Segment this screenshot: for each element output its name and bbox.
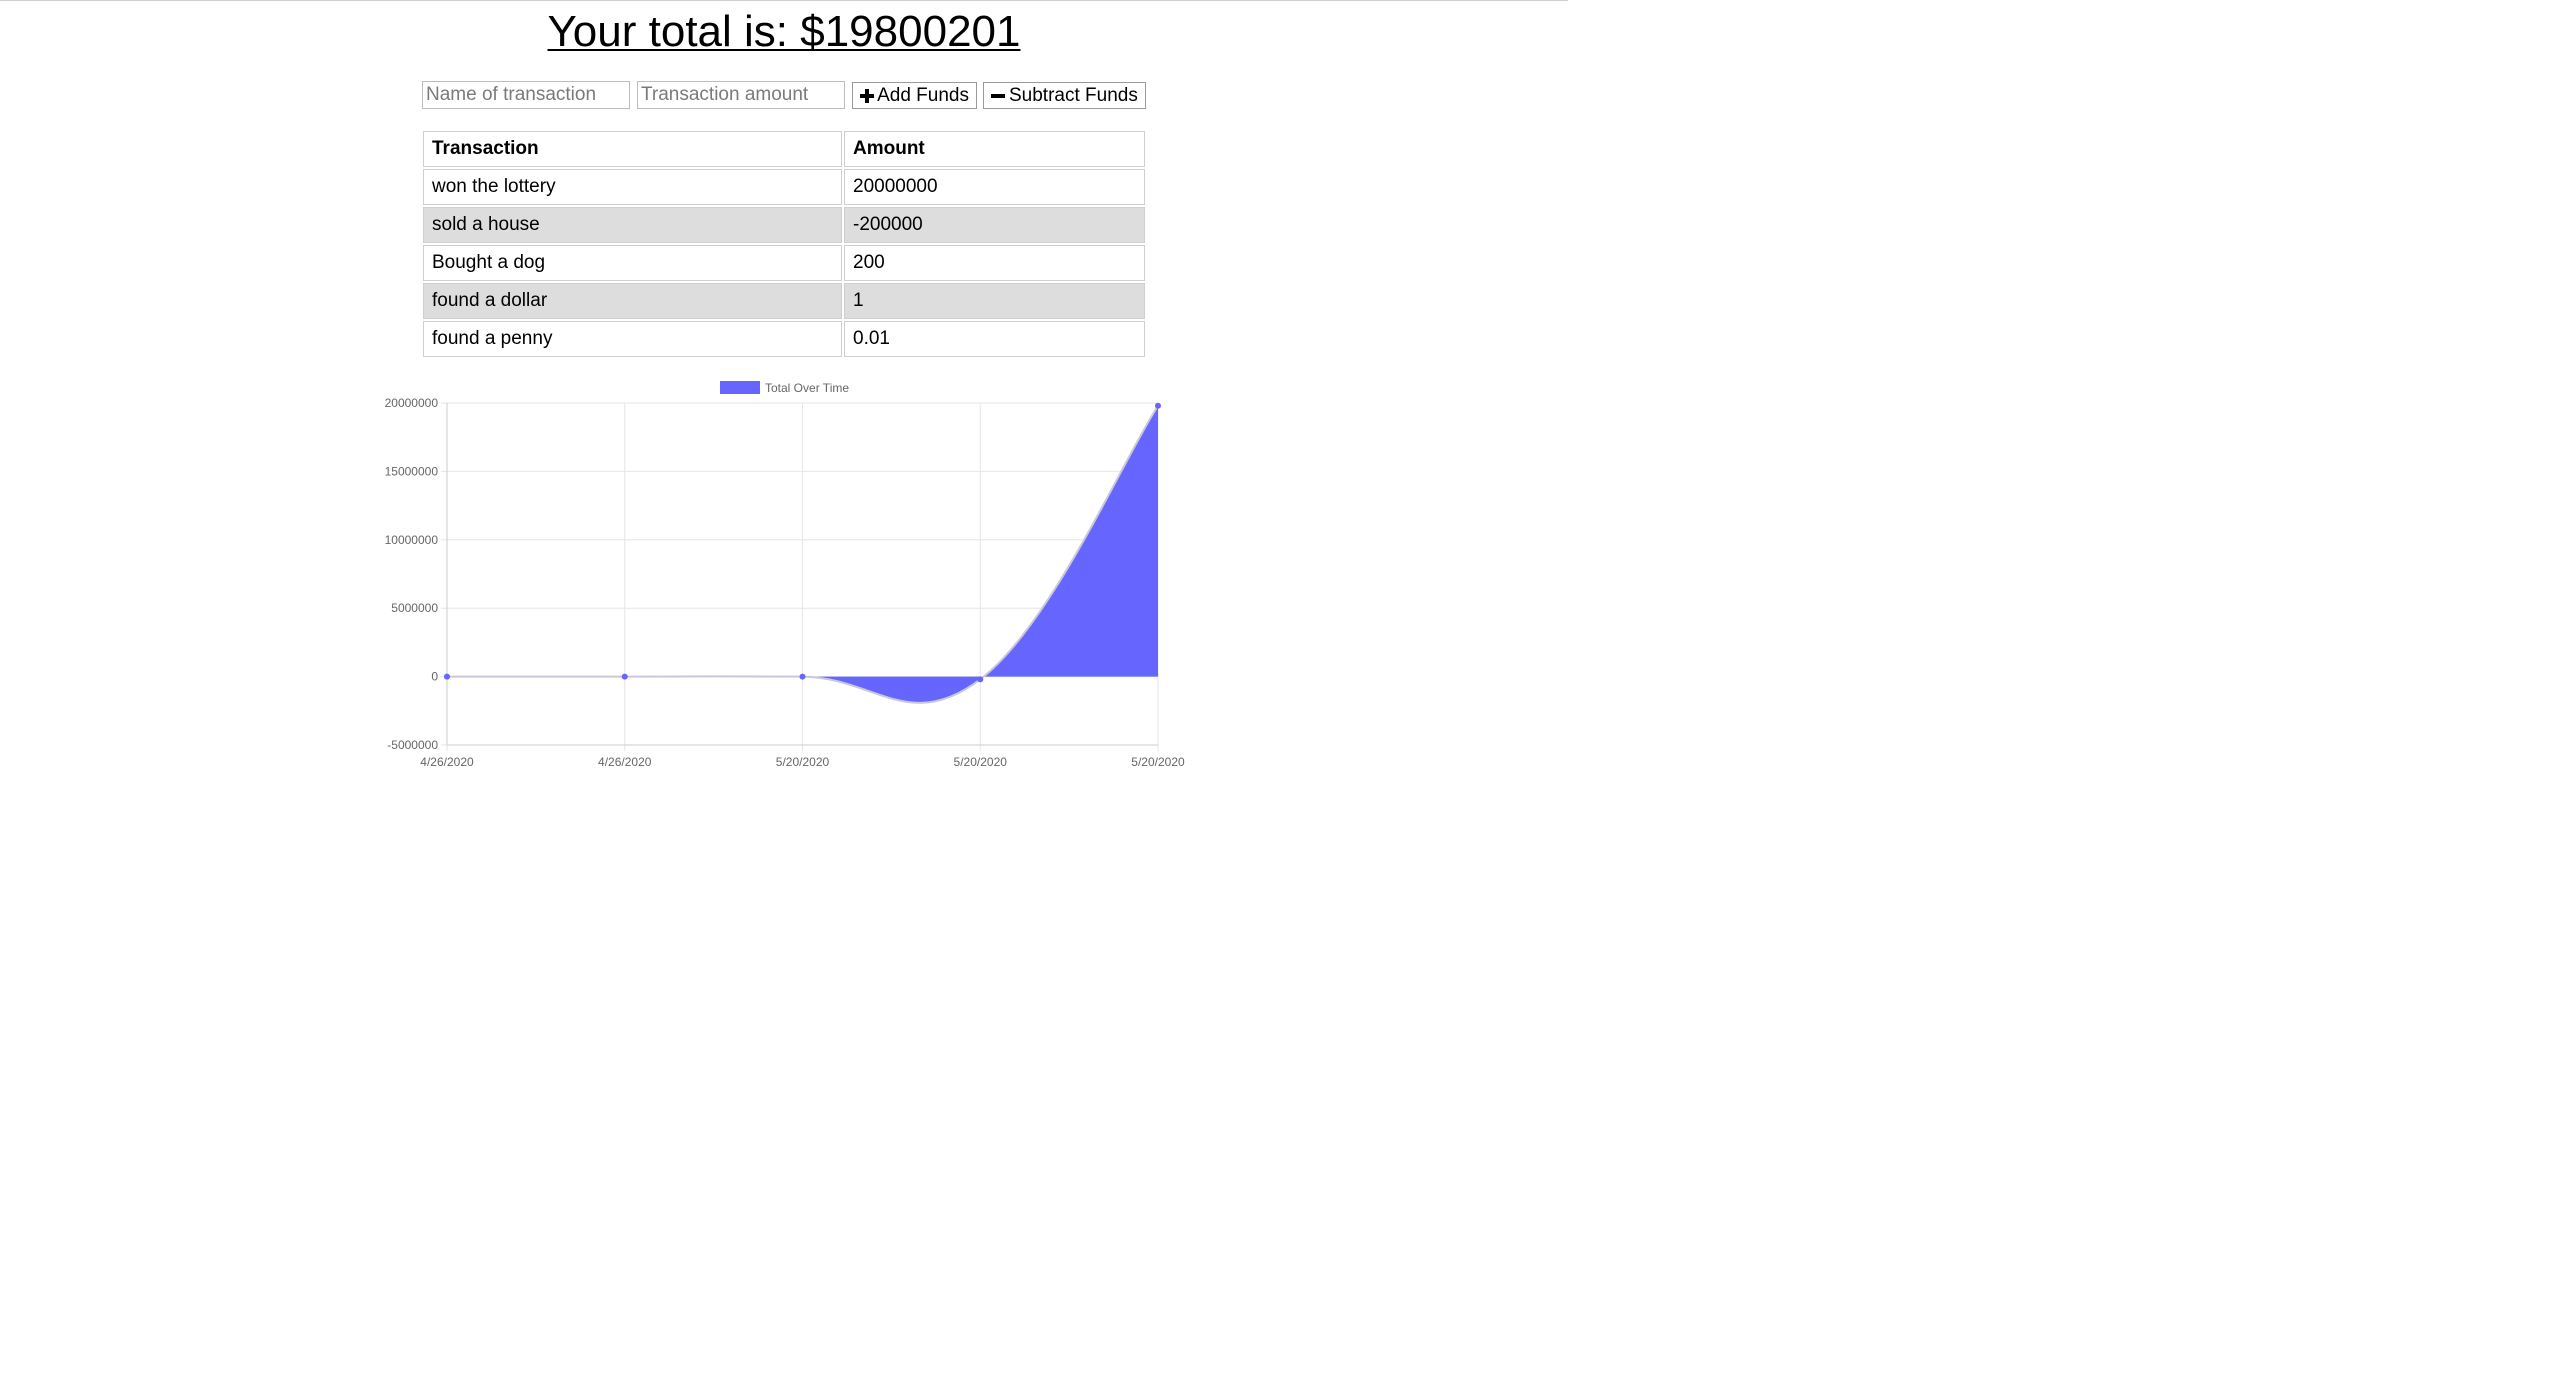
transaction-name-cell: won the lottery	[423, 169, 842, 205]
table-row: found a penny 0.01	[423, 321, 1145, 357]
y-tick-label: 5000000	[391, 601, 438, 615]
transaction-amount-cell: 200	[844, 245, 1145, 281]
transaction-amount-cell: 20000000	[844, 169, 1145, 205]
table-row: sold a house -200000	[423, 207, 1145, 243]
y-tick-label: 10000000	[385, 533, 439, 547]
subtract-funds-button[interactable]: Subtract Funds	[983, 82, 1146, 109]
column-header-transaction: Transaction	[423, 131, 842, 167]
transaction-amount-cell: 0.01	[844, 321, 1145, 357]
data-point	[444, 673, 450, 680]
legend-label: Total Over Time	[765, 381, 849, 395]
transaction-amount-input[interactable]	[637, 81, 845, 109]
transactions-table: Transaction Amount won the lottery 20000…	[421, 129, 1147, 359]
x-tick-label: 5/20/2020	[776, 755, 830, 769]
transaction-name-cell: sold a house	[423, 207, 842, 243]
transaction-amount-cell: 1	[844, 283, 1145, 319]
table-header-row: Transaction Amount	[423, 131, 1145, 167]
x-tick-label: 5/20/2020	[1131, 755, 1185, 769]
data-point	[799, 673, 806, 680]
x-tick-label: 4/26/2020	[420, 755, 474, 769]
data-point	[621, 673, 628, 680]
transaction-name-cell: Bought a dog	[423, 245, 842, 281]
chart-legend: Total Over Time	[720, 381, 849, 395]
total-heading: Your total is: $19800201	[547, 7, 1021, 56]
transaction-name-cell: found a dollar	[423, 283, 842, 319]
column-header-amount: Amount	[844, 131, 1145, 167]
transaction-name-cell: found a penny	[423, 321, 842, 357]
plus-icon	[860, 88, 875, 103]
x-tick-label: 5/20/2020	[954, 755, 1008, 769]
legend-swatch	[720, 381, 760, 394]
table-row: found a dollar 1	[423, 283, 1145, 319]
y-tick-label: 15000000	[385, 464, 439, 478]
add-funds-label: Add Funds	[877, 85, 969, 106]
y-tick-label: 20000000	[385, 396, 439, 410]
data-point	[977, 676, 984, 683]
subtract-funds-label: Subtract Funds	[1009, 85, 1138, 106]
transaction-name-input[interactable]	[422, 81, 630, 109]
total-over-time-chart: 20000000 15000000 10000000 5000000 0 -5000000…	[385, 381, 1185, 769]
table-row: won the lottery 20000000	[423, 169, 1145, 205]
table-row: Bought a dog 200	[423, 245, 1145, 281]
add-funds-button[interactable]: Add Funds	[852, 82, 977, 109]
data-point	[1155, 402, 1161, 409]
minus-icon	[991, 89, 1005, 103]
chart-grid	[441, 402, 1159, 751]
y-tick-label: 0	[431, 670, 438, 684]
transaction-amount-cell: -200000	[844, 207, 1145, 243]
transaction-form: Add Funds Subtract Funds	[422, 81, 1146, 109]
top-border	[0, 0, 1568, 1]
y-tick-label: -5000000	[387, 738, 438, 752]
y-axis-ticks: 20000000 15000000 10000000 5000000 0 -5000000	[385, 396, 439, 752]
x-axis-ticks: 4/26/2020 4/26/2020 5/20/2020 5/20/2020 5/20…	[420, 755, 1185, 769]
x-tick-label: 4/26/2020	[598, 755, 652, 769]
